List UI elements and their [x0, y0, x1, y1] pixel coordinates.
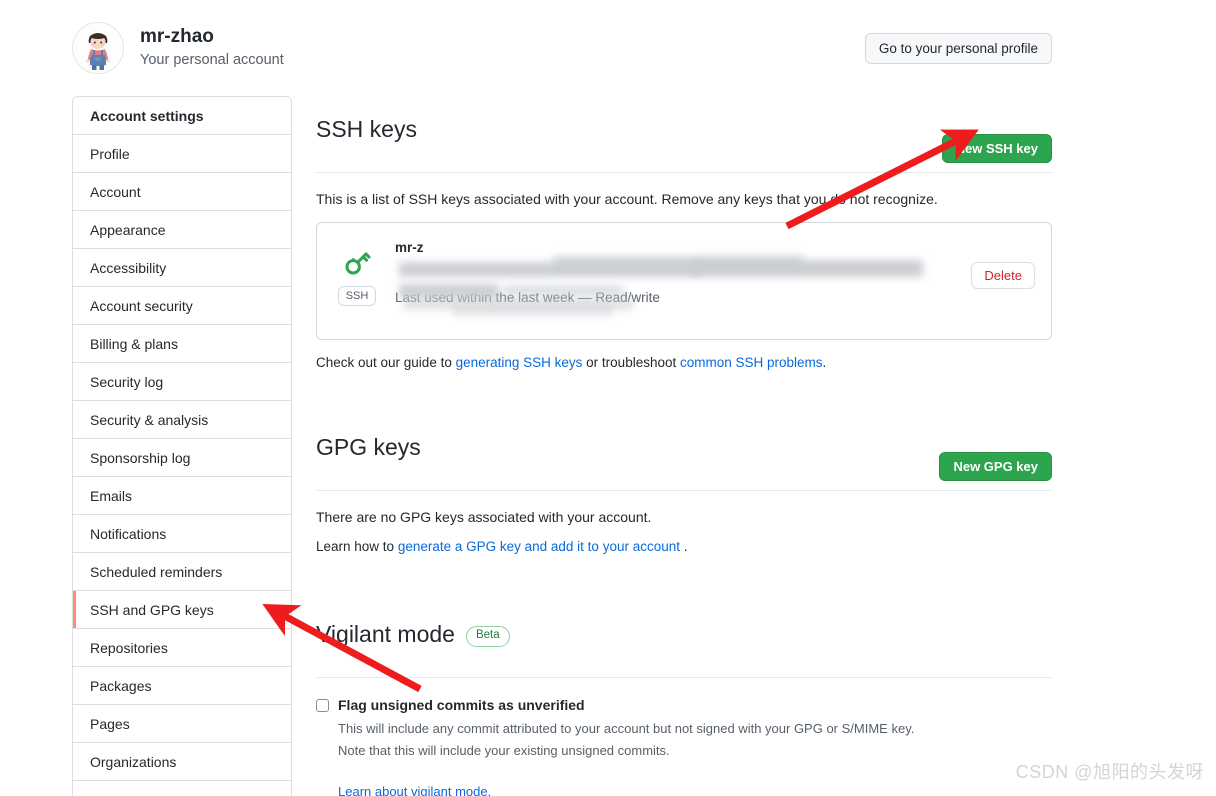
sidebar-item-packages[interactable]: Packages: [73, 667, 291, 705]
user-avatar-cartoon-icon: [73, 23, 123, 73]
flag-unsigned-commits-text: Flag unsigned commits as unverified This…: [338, 696, 914, 761]
sidebar-item-repositories[interactable]: Repositories: [73, 629, 291, 667]
new-gpg-key-button[interactable]: New GPG key: [939, 451, 1052, 481]
ssh-key-last-used: Last used within the last week — Read/wr…: [395, 289, 660, 305]
learn-about-vigilant-mode-link[interactable]: Learn about vigilant mode.: [338, 784, 491, 796]
sidebar-item-label: Appearance: [90, 221, 166, 238]
sidebar-item-billing-plans[interactable]: Billing & plans: [73, 325, 291, 363]
ssh-key-title: mr-z: [395, 239, 424, 255]
sidebar-item-clipped[interactable]: [73, 781, 291, 796]
guide-middle: or troubleshoot: [582, 354, 680, 370]
ssh-keys-guide-note: Check out our guide to generating SSH ke…: [316, 355, 1052, 370]
generate-gpg-key-link[interactable]: generate a GPG key and add it to your ac…: [398, 539, 680, 554]
flag-unsigned-commits-row[interactable]: Flag unsigned commits as unverified This…: [316, 696, 1052, 761]
sidebar-item-label: Accessibility: [90, 259, 167, 276]
beta-badge: Beta: [465, 625, 510, 647]
sidebar-item-label: Account security: [90, 297, 193, 314]
gpg-keys-section: GPG keys New GPG key There are no GPG ke…: [316, 414, 1052, 554]
sidebar-item-emails[interactable]: Emails: [73, 477, 291, 515]
avatar: [72, 22, 124, 74]
settings-sidebar: Account settings Profile Account Appearance…: [72, 96, 292, 796]
sidebar-item-label: Profile: [90, 145, 130, 162]
sidebar-item-account[interactable]: Account: [73, 173, 291, 211]
gpg-learn-prefix: Learn how to: [316, 538, 398, 554]
vigilant-help-line-2: Note that this will include your existin…: [338, 743, 670, 759]
guide-prefix: Check out our guide to: [316, 354, 456, 370]
ssh-keys-section: SSH keys New SSH key This is a list of S…: [316, 96, 1052, 370]
sidebar-item-scheduled-reminders[interactable]: Scheduled reminders: [73, 553, 291, 591]
sidebar-item-label: Pages: [90, 715, 130, 732]
sidebar-item-label: Billing & plans: [90, 335, 178, 352]
ssh-key-details: mr-z Last used within the last week — Re…: [395, 238, 957, 316]
gpg-learn-suffix: .: [680, 538, 688, 554]
sidebar-item-pages[interactable]: Pages: [73, 705, 291, 743]
sidebar-item-sponsorship-log[interactable]: Sponsorship log: [73, 439, 291, 477]
csdn-watermark: CSDN @旭阳的头发呀: [1015, 762, 1204, 782]
flag-unsigned-commits-checkbox[interactable]: [316, 698, 329, 712]
gpg-keys-title: GPG keys: [316, 433, 421, 460]
gpg-keys-empty-text: There are no GPG keys associated with yo…: [316, 508, 652, 525]
sidebar-item-appearance[interactable]: Appearance: [73, 211, 291, 249]
ssh-type-badge: SSH: [337, 285, 377, 307]
vigilant-mode-header: Vigilant mode Beta: [316, 601, 1052, 678]
ssh-key-card: SSH mr-z Last used within the last week …: [316, 221, 1052, 340]
sidebar-item-account-security[interactable]: Account security: [73, 287, 291, 325]
new-ssh-key-button[interactable]: New SSH key: [941, 133, 1052, 163]
sidebar-item-label: Account: [90, 183, 141, 200]
sidebar-item-label: Account settings: [90, 107, 204, 124]
sidebar-item-security-analysis[interactable]: Security & analysis: [73, 401, 291, 439]
sidebar-item-label: Sponsorship log: [90, 449, 191, 466]
generating-ssh-keys-link[interactable]: generating SSH keys: [456, 355, 583, 370]
sidebar-item-label: Organizations: [90, 753, 177, 770]
sidebar-item-notifications[interactable]: Notifications: [73, 515, 291, 553]
account-text: mr-zhao Your personal account: [140, 26, 284, 69]
gpg-learn-note: Learn how to generate a GPG key and add …: [316, 539, 1052, 554]
vigilant-mode-section: Vigilant mode Beta Flag unsigned commits…: [316, 601, 1052, 796]
vigilant-mode-title: Vigilant mode: [316, 620, 455, 647]
sidebar-item-label: SSH and GPG keys: [90, 601, 214, 618]
account-header: mr-zhao Your personal account: [72, 22, 284, 74]
sidebar-item-label: Scheduled reminders: [90, 563, 223, 580]
sidebar-item-label: Packages: [90, 677, 152, 694]
vigilant-title-row: Vigilant mode Beta: [316, 601, 510, 668]
sidebar-item-accessibility[interactable]: Accessibility: [73, 249, 291, 287]
sidebar-item-label: Notifications: [90, 525, 167, 542]
common-ssh-problems-link[interactable]: common SSH problems: [680, 355, 823, 370]
account-name: mr-zhao: [140, 26, 214, 48]
guide-suffix: .: [822, 354, 827, 370]
sidebar-item-organizations[interactable]: Organizations: [73, 743, 291, 781]
sidebar-item-security-log[interactable]: Security log: [73, 363, 291, 401]
vigilant-help-line-1: This will include any commit attributed …: [338, 720, 915, 736]
main-content: SSH keys New SSH key This is a list of S…: [316, 96, 1052, 796]
sidebar-item-label: Emails: [90, 487, 133, 504]
ssh-keys-title: SSH keys: [316, 116, 417, 143]
gpg-keys-header: GPG keys New GPG key: [316, 414, 1052, 491]
account-subtitle: Your personal account: [140, 52, 284, 69]
ssh-key-icon-column: SSH: [333, 238, 381, 307]
sidebar-item-ssh-and-gpg-keys[interactable]: SSH and GPG keys: [73, 591, 291, 629]
page-root: mr-zhao Your personal account Go to your…: [0, 0, 1216, 796]
sidebar-item-label: Security & analysis: [90, 411, 209, 428]
ssh-keys-header: SSH keys New SSH key: [316, 96, 1052, 173]
sidebar-item-profile[interactable]: Profile: [73, 135, 291, 173]
go-to-personal-profile-button[interactable]: Go to your personal profile: [864, 33, 1052, 64]
ssh-keys-description: This is a list of SSH keys associated wi…: [316, 190, 938, 207]
sidebar-item-label: Repositories: [90, 639, 168, 656]
flag-unsigned-commits-label: Flag unsigned commits as unverified: [338, 696, 585, 713]
sidebar-heading: Account settings: [73, 97, 291, 135]
key-icon: [345, 252, 371, 275]
ssh-key-fingerprint: [395, 260, 957, 279]
delete-ssh-key-button[interactable]: Delete: [971, 261, 1035, 289]
sidebar-item-label: Security log: [90, 373, 164, 390]
